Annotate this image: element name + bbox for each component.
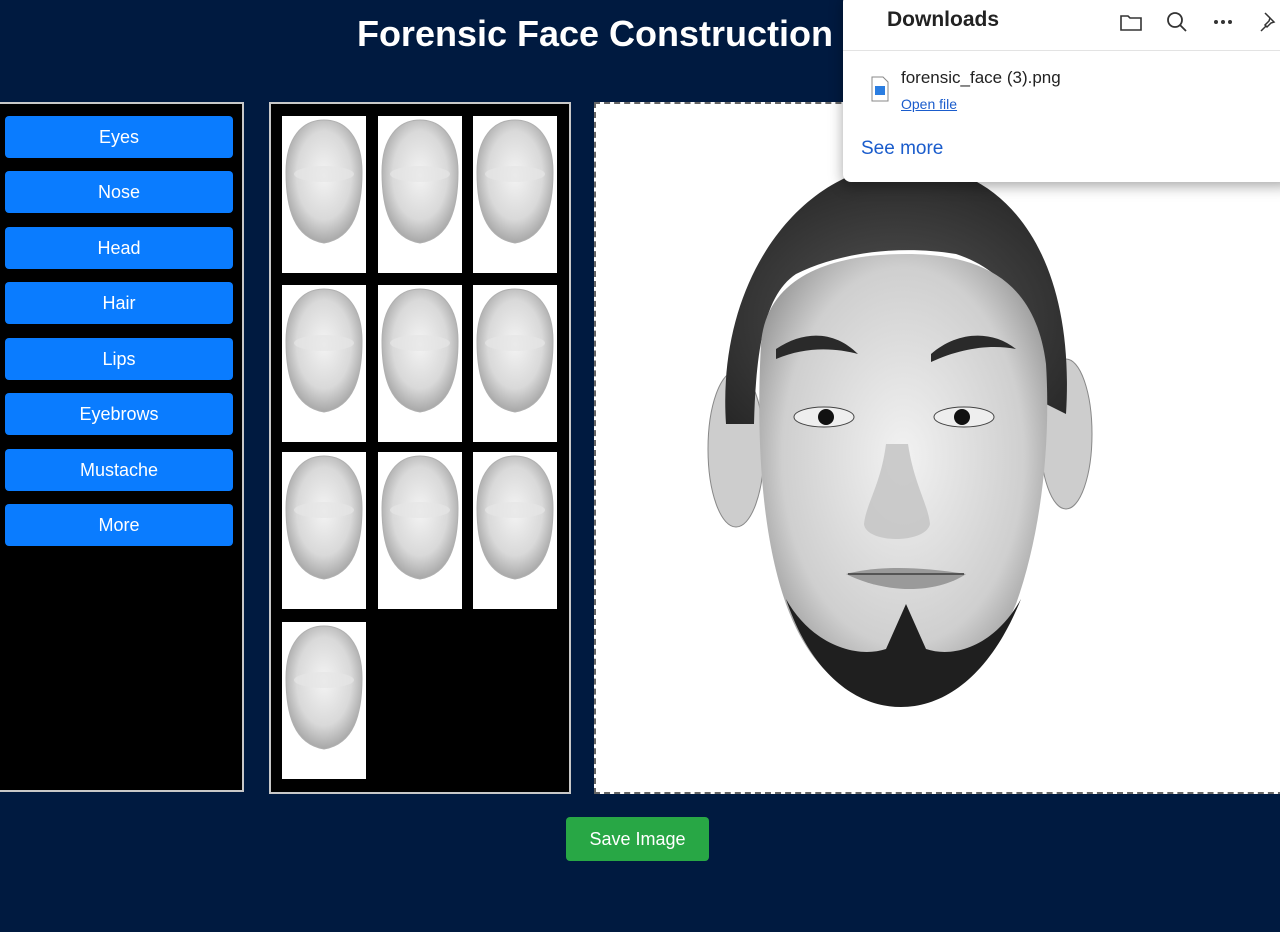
see-more-link[interactable]: See more — [861, 138, 943, 160]
downloads-divider — [843, 50, 1280, 51]
head-thumbnail[interactable] — [282, 285, 366, 442]
head-thumbnail[interactable] — [473, 285, 557, 442]
head-thumbnail[interactable] — [378, 285, 462, 442]
category-panel: Eyes Nose Head Hair Lips Eyebrows Mustac… — [0, 102, 244, 792]
eyes-button[interactable]: Eyes — [5, 116, 233, 158]
save-image-button[interactable]: Save Image — [566, 817, 709, 861]
image-file-icon — [869, 76, 891, 102]
nose-button[interactable]: Nose — [5, 171, 233, 213]
face-canvas[interactable] — [594, 102, 1280, 794]
more-button[interactable]: More — [5, 504, 233, 546]
downloads-title: Downloads — [887, 8, 1000, 31]
downloads-panel: Downloads forensic_face (3).png Open fil… — [843, 0, 1280, 182]
mustache-button[interactable]: Mustache — [5, 449, 233, 491]
head-thumbnail[interactable] — [473, 452, 557, 609]
pin-icon[interactable] — [1255, 8, 1280, 36]
folder-icon[interactable] — [1117, 8, 1145, 36]
head-thumbnail[interactable] — [282, 116, 366, 273]
face-sketch — [707, 164, 1093, 707]
head-thumbnail[interactable] — [378, 116, 462, 273]
search-icon[interactable] — [1163, 8, 1191, 36]
eyebrows-button[interactable]: Eyebrows — [5, 393, 233, 435]
head-button[interactable]: Head — [5, 227, 233, 269]
open-file-link[interactable]: Open file — [901, 96, 957, 112]
lips-button[interactable]: Lips — [5, 338, 233, 380]
head-thumbnail[interactable] — [282, 452, 366, 609]
head-thumbnail[interactable] — [378, 452, 462, 609]
more-icon[interactable] — [1209, 8, 1237, 36]
thumbnail-panel — [269, 102, 571, 794]
download-file-name[interactable]: forensic_face (3).png — [901, 68, 1061, 88]
head-thumbnail[interactable] — [282, 622, 366, 779]
head-thumbnail[interactable] — [473, 116, 557, 273]
hair-button[interactable]: Hair — [5, 282, 233, 324]
